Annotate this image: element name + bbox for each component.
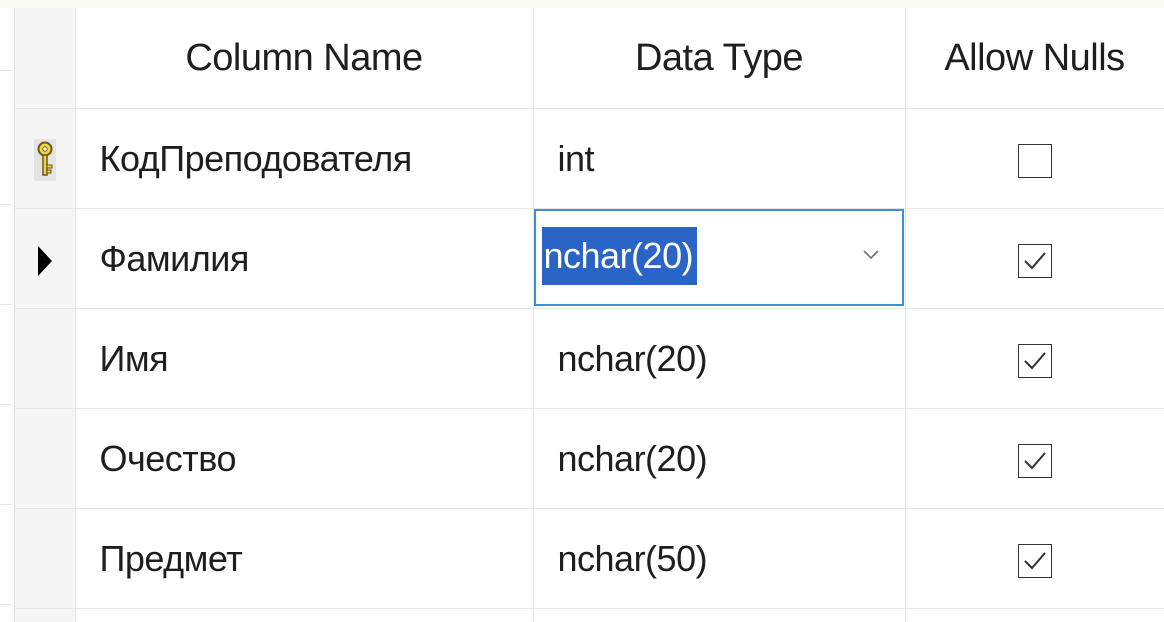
allow-nulls-cell[interactable]	[905, 608, 1164, 622]
allow-nulls-checkbox[interactable]	[1017, 243, 1052, 278]
row-selector[interactable]	[15, 208, 76, 309]
data-type-cell[interactable]: nchar(20)	[533, 208, 906, 309]
allow-nulls-checkbox[interactable]	[1017, 143, 1052, 178]
allow-nulls-checkbox[interactable]	[1017, 543, 1052, 578]
allow-nulls-header[interactable]: Allow Nulls	[905, 8, 1164, 109]
table-row[interactable]: КодПреподователя int	[15, 108, 1164, 209]
allow-nulls-cell[interactable]	[905, 408, 1164, 509]
allow-nulls-cell[interactable]	[905, 208, 1164, 309]
checkmark-icon	[1023, 352, 1046, 370]
header-row: Column Name Data Type Allow Nulls	[15, 8, 1164, 109]
checkmark-icon	[1023, 452, 1046, 470]
allow-nulls-cell[interactable]	[905, 108, 1164, 209]
allow-nulls-checkbox[interactable]	[1017, 343, 1052, 378]
top-strip	[0, 0, 1164, 8]
column-name-header[interactable]: Column Name	[75, 8, 534, 109]
row-selector[interactable]	[15, 608, 76, 622]
table-row-current[interactable]: Фамилия nchar(20)	[15, 208, 1164, 309]
left-edge	[0, 8, 15, 622]
column-name-cell[interactable]: Предмет	[75, 508, 534, 609]
table-row[interactable]: Предмет nchar(50)	[15, 508, 1164, 609]
allow-nulls-checkbox[interactable]	[1017, 443, 1052, 478]
data-type-cell[interactable]	[533, 608, 906, 622]
row-selector-header[interactable]	[15, 8, 76, 109]
table-row[interactable]: Очество nchar(20)	[15, 408, 1164, 509]
row-selector[interactable]	[15, 308, 76, 409]
row-selector[interactable]	[15, 408, 76, 509]
data-type-header[interactable]: Data Type	[533, 8, 906, 109]
data-type-dropdown[interactable]: nchar(20)	[533, 209, 904, 306]
data-type-cell[interactable]: nchar(20)	[533, 408, 906, 509]
row-selector[interactable]	[15, 508, 76, 609]
column-name-cell[interactable]: КодПреподователя	[75, 108, 534, 209]
column-name-cell[interactable]: Имя	[75, 308, 534, 409]
column-grid: Column Name Data Type Allow Nulls КодПре…	[15, 8, 1164, 622]
data-type-cell[interactable]: nchar(20)	[533, 308, 906, 409]
key-icon	[33, 138, 56, 181]
table-row[interactable]: Имя nchar(20)	[15, 308, 1164, 409]
chevron-down-icon[interactable]	[862, 249, 880, 261]
allow-nulls-cell[interactable]	[905, 508, 1164, 609]
column-name-cell[interactable]: Фамилия	[75, 208, 534, 309]
allow-nulls-cell[interactable]	[905, 308, 1164, 409]
checkmark-icon	[1023, 252, 1046, 270]
table-designer: Column Name Data Type Allow Nulls КодПре…	[0, 0, 1164, 622]
checkmark-icon	[1023, 552, 1046, 570]
new-row[interactable]	[15, 608, 1164, 622]
column-name-cell[interactable]	[75, 608, 534, 622]
row-pointer-icon	[37, 245, 52, 276]
data-type-selected-text[interactable]: nchar(20)	[541, 227, 698, 285]
column-name-cell[interactable]: Очество	[75, 408, 534, 509]
data-type-cell[interactable]: nchar(50)	[533, 508, 906, 609]
row-selector[interactable]	[15, 108, 76, 209]
data-type-cell[interactable]: int	[533, 108, 906, 209]
